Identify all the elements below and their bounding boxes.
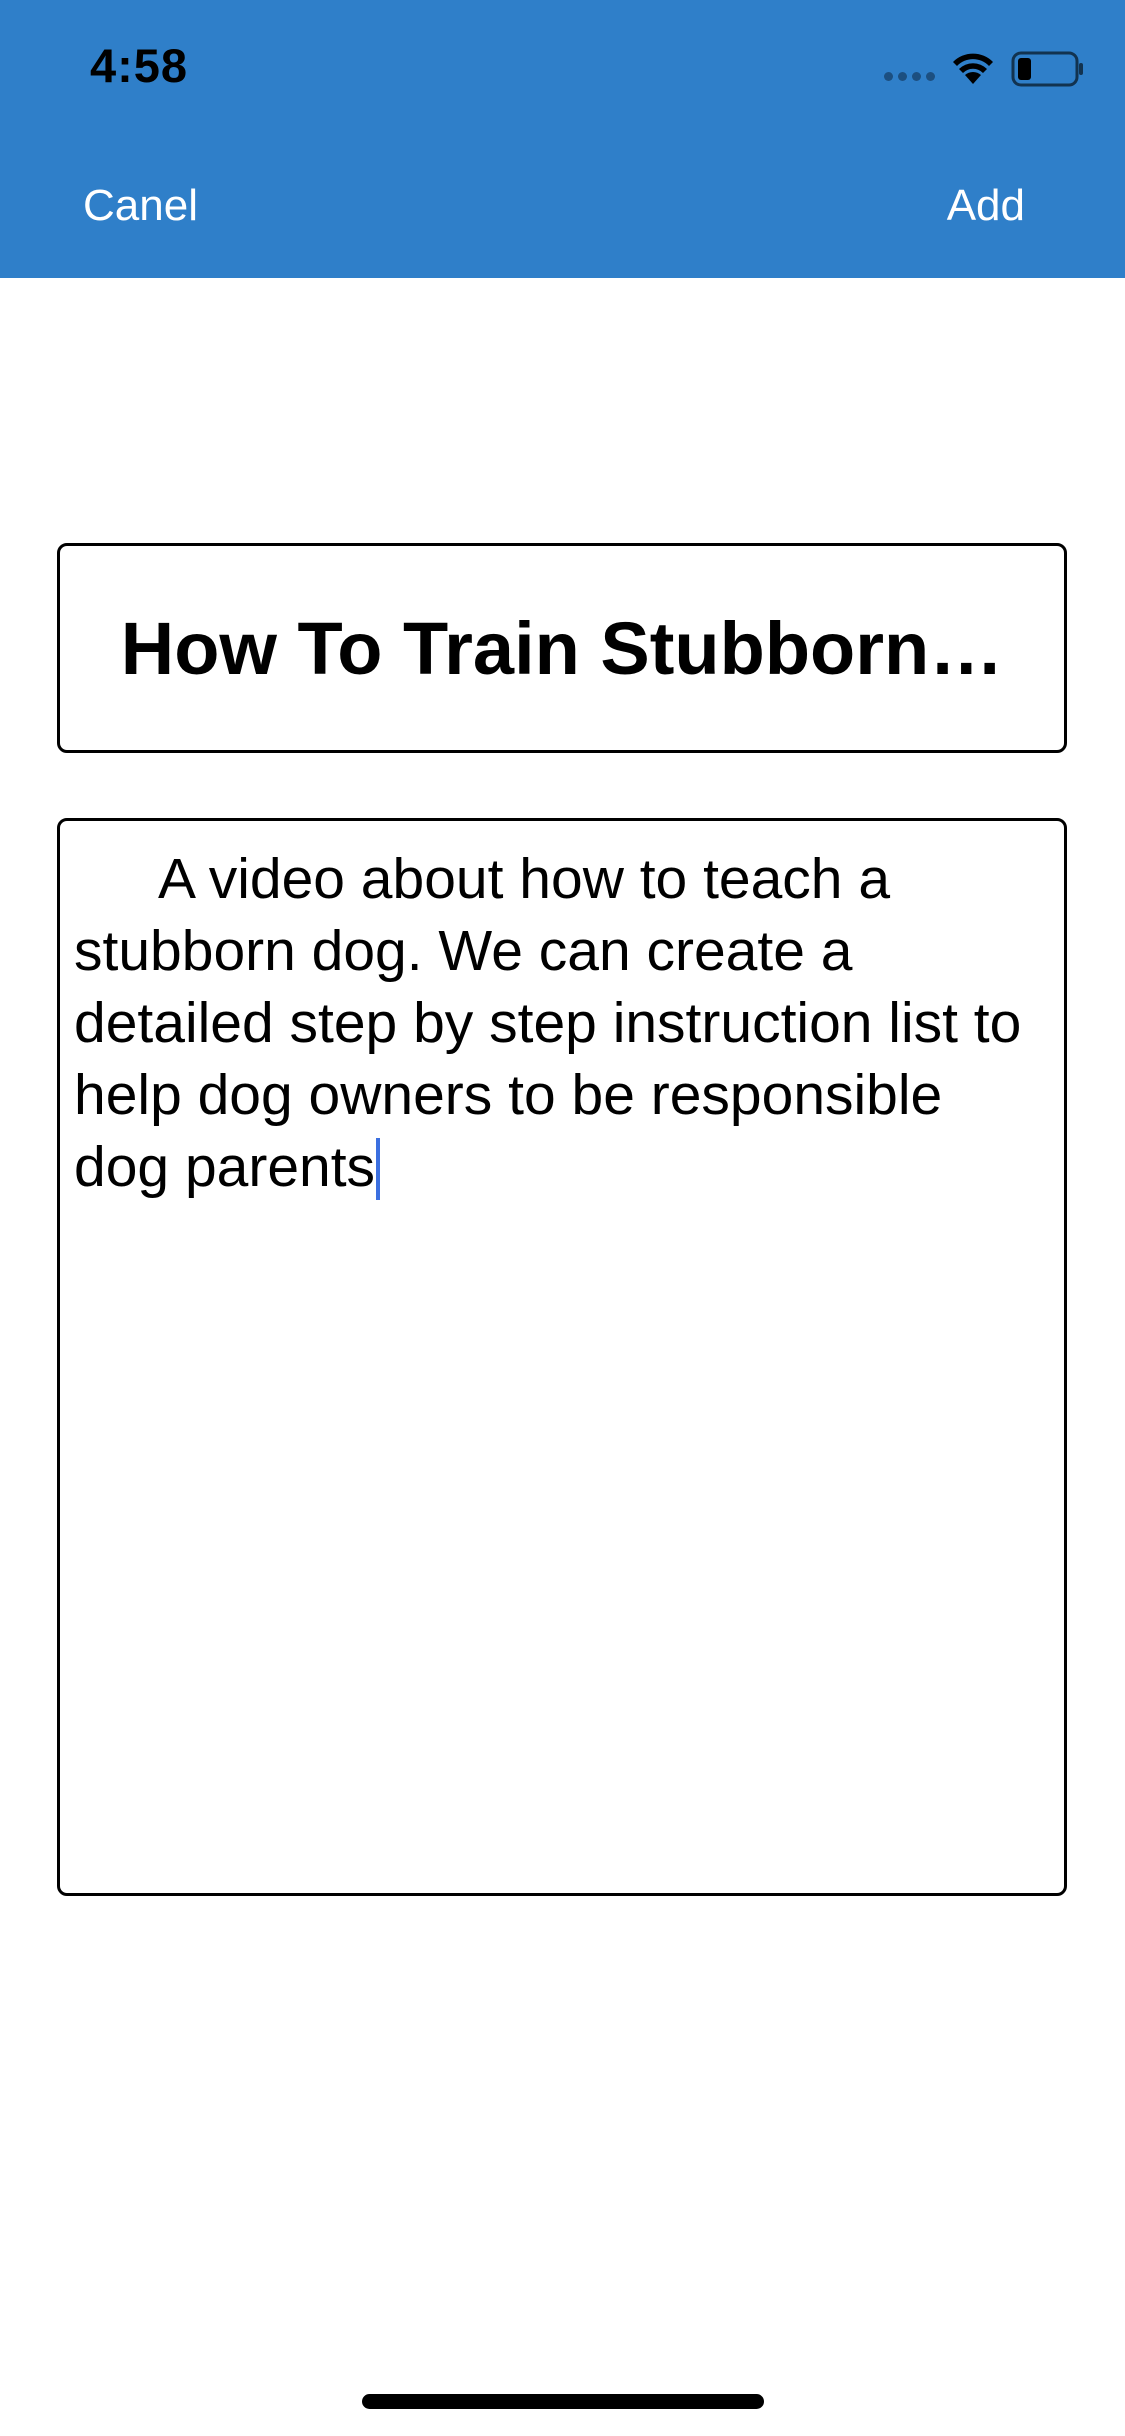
battery-icon bbox=[1011, 51, 1083, 87]
title-field-value: How To Train Stubborn… bbox=[120, 606, 1004, 690]
add-button[interactable]: Add bbox=[947, 178, 1025, 234]
status-time: 4:58 bbox=[90, 39, 189, 92]
description-field[interactable]: A video about how to teach a stubborn do… bbox=[57, 818, 1067, 1896]
signal-dots-icon bbox=[884, 71, 935, 81]
title-field[interactable]: How To Train Stubborn… bbox=[57, 543, 1067, 753]
text-cursor bbox=[376, 1138, 381, 1200]
status-icons bbox=[884, 48, 1085, 90]
home-indicator[interactable] bbox=[362, 2394, 764, 2409]
nav-header: 4:58 Canel Add bbox=[0, 0, 1125, 278]
description-field-value: A video about how to teach a stubborn do… bbox=[74, 847, 1022, 1199]
wifi-icon bbox=[953, 53, 993, 84]
cancel-button[interactable]: Canel bbox=[83, 178, 198, 234]
